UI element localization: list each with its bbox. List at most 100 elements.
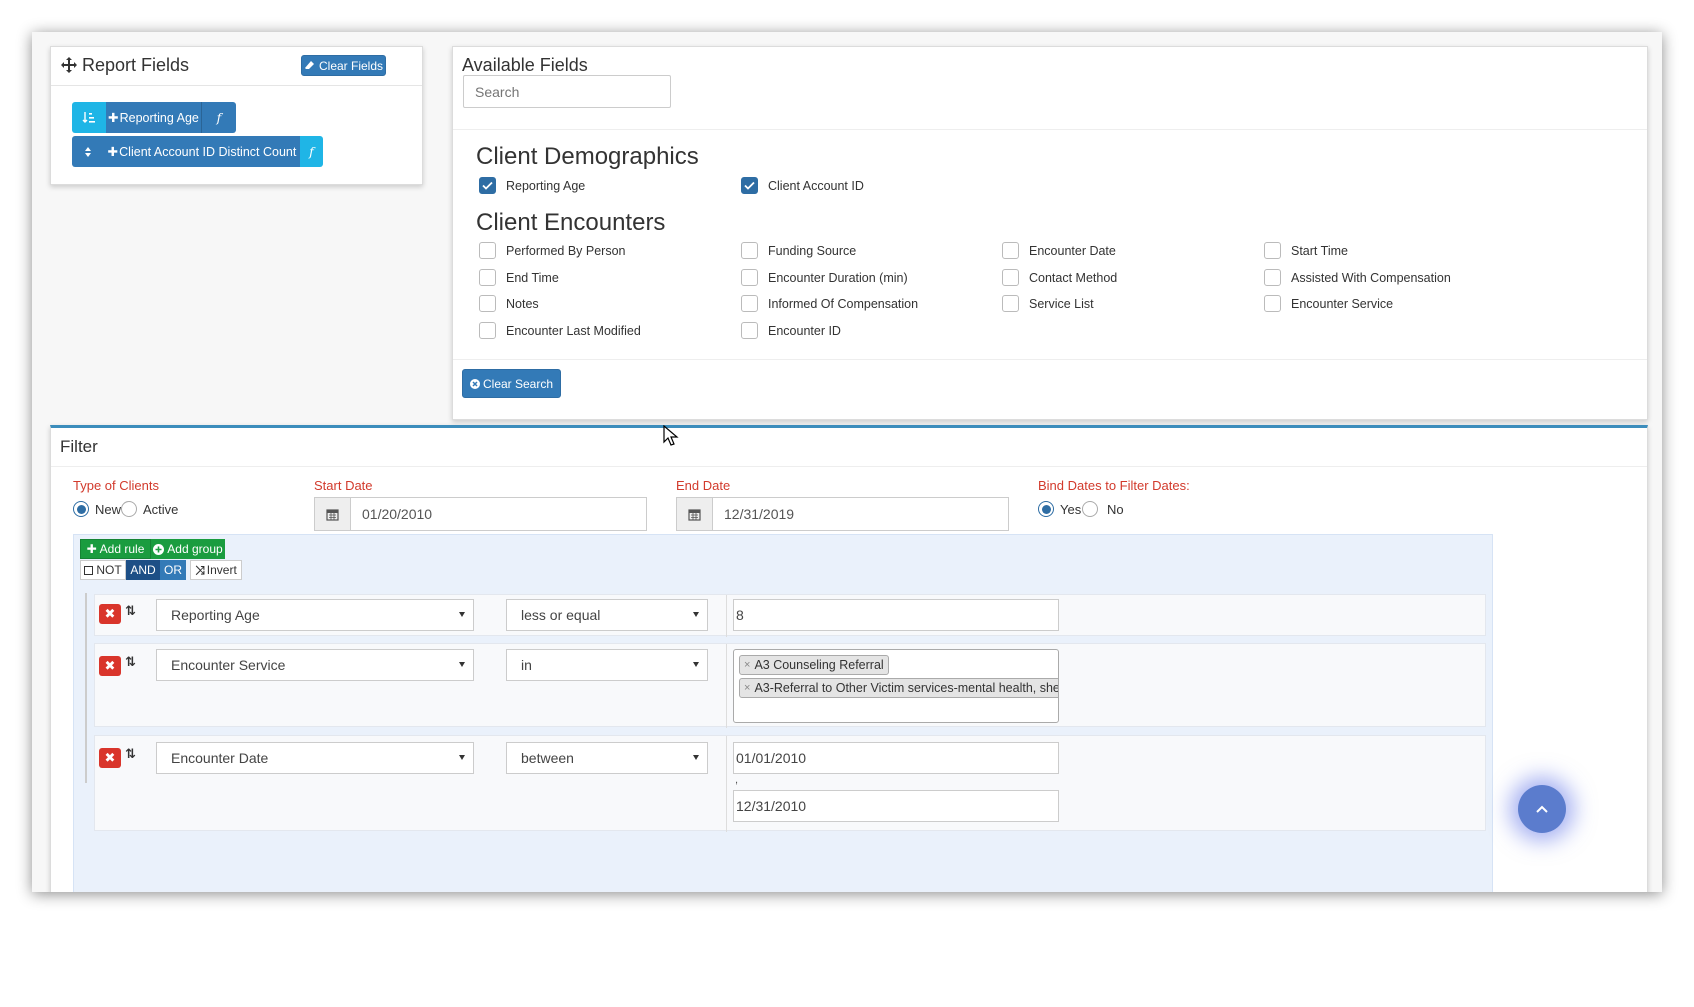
- invert-label: Invert: [206, 563, 237, 577]
- rule-operator-select[interactable]: between: [506, 742, 708, 774]
- report-field-chip[interactable]: ✚ Client Account ID Distinct Count f: [72, 136, 323, 167]
- checkbox[interactable]: [479, 322, 496, 339]
- checkbox[interactable]: [741, 322, 758, 339]
- divider: [726, 595, 727, 637]
- divider: [51, 85, 422, 86]
- checkbox[interactable]: [479, 269, 496, 286]
- selected-tag[interactable]: × A3 Counseling Referral: [739, 655, 889, 675]
- checkbox[interactable]: [741, 295, 758, 312]
- field-checkbox-encounter-duration[interactable]: Encounter Duration (min): [741, 269, 908, 286]
- radio-button[interactable]: [121, 501, 137, 517]
- field-checkbox-contact-method[interactable]: Contact Method: [1002, 269, 1117, 286]
- field-checkbox-start-time[interactable]: Start Time: [1264, 242, 1348, 259]
- delete-rule-icon[interactable]: ✖: [99, 604, 121, 624]
- report-field-label[interactable]: ✚ Client Account ID Distinct Count: [104, 136, 300, 167]
- search-input[interactable]: [463, 75, 671, 108]
- rule-operator-select[interactable]: in: [506, 649, 708, 681]
- field-checkbox-service-list[interactable]: Service List: [1002, 295, 1094, 312]
- field-checkbox-reporting-age[interactable]: Reporting Age: [479, 177, 585, 194]
- rule-field-select[interactable]: Encounter Service: [156, 649, 474, 681]
- invert-button[interactable]: ⤨ Invert: [190, 560, 242, 580]
- checkbox[interactable]: [1002, 269, 1019, 286]
- checkbox[interactable]: [1264, 242, 1281, 259]
- report-field-chip[interactable]: ✚ Reporting Age f: [72, 102, 236, 133]
- clear-search-label: Clear Search: [482, 376, 554, 391]
- scroll-to-top-button[interactable]: [1518, 785, 1566, 833]
- function-button[interactable]: f: [201, 102, 236, 133]
- add-rule-label: Add rule: [99, 542, 145, 556]
- not-toggle[interactable]: NOT: [80, 560, 126, 580]
- radio-yes[interactable]: Yes: [1038, 501, 1081, 517]
- rule-field-select[interactable]: Encounter Date: [156, 742, 474, 774]
- radio-button[interactable]: [1082, 501, 1098, 517]
- checkbox-label: Reporting Age: [506, 178, 586, 193]
- rule-field-select[interactable]: Reporting Age: [156, 599, 474, 631]
- radio-button[interactable]: [73, 501, 89, 517]
- function-button[interactable]: f: [300, 136, 323, 167]
- delete-rule-icon[interactable]: ✖: [99, 656, 121, 676]
- selected-tag[interactable]: × A3-Referral to Other Victim services-me…: [739, 678, 1058, 698]
- end-date-input[interactable]: 12/31/2019: [676, 497, 1009, 531]
- clear-fields-button[interactable]: Clear Fields: [301, 55, 386, 76]
- field-checkbox-performed-by-person[interactable]: Performed By Person: [479, 242, 626, 259]
- checkbox[interactable]: [741, 177, 758, 194]
- remove-tag-icon[interactable]: ×: [744, 682, 750, 694]
- clear-search-button[interactable]: Clear Search: [462, 369, 561, 398]
- rule-multiselect[interactable]: × A3 Counseling Referral × A3-Referral to …: [733, 649, 1059, 723]
- rule-value-to-input[interactable]: 12/31/2010: [733, 790, 1059, 822]
- rule-value-from-input[interactable]: 01/01/2010: [733, 742, 1059, 774]
- add-rule-button[interactable]: ✚ Add rule: [80, 539, 151, 559]
- checkbox[interactable]: [741, 242, 758, 259]
- end-date-value[interactable]: 12/31/2019: [713, 498, 794, 530]
- drag-sort-icon[interactable]: ⇅: [125, 746, 136, 762]
- radio-active[interactable]: Active: [121, 501, 178, 517]
- checkbox-label: Contact Method: [1029, 270, 1118, 285]
- field-checkbox-encounter-id[interactable]: Encounter ID: [741, 322, 841, 339]
- radio-no[interactable]: No: [1082, 501, 1124, 517]
- remove-tag-icon[interactable]: ×: [744, 659, 750, 671]
- filter-rule: ✖ ⇅ Encounter Service in × A3 Counseling …: [94, 643, 1486, 728]
- checkbox[interactable]: [479, 242, 496, 259]
- sort-toggle-icon[interactable]: [72, 136, 104, 167]
- checkbox-label: Service List: [1029, 296, 1094, 311]
- or-condition-button[interactable]: OR: [160, 560, 186, 580]
- checkbox[interactable]: [1264, 295, 1281, 312]
- field-checkbox-funding-source[interactable]: Funding Source: [741, 242, 856, 259]
- calendar-icon[interactable]: [315, 498, 351, 530]
- checkbox[interactable]: [1002, 295, 1019, 312]
- rule-operator-select[interactable]: less or equal: [506, 599, 708, 631]
- radio-label: Yes: [1060, 501, 1082, 517]
- start-date-value[interactable]: 01/20/2010: [351, 498, 432, 530]
- tree-line: [85, 593, 87, 783]
- filter-title: Filter: [60, 437, 98, 456]
- field-checkbox-encounter-date[interactable]: Encounter Date: [1002, 242, 1116, 259]
- field-checkbox-encounter-service[interactable]: Encounter Service: [1264, 295, 1393, 312]
- radio-button[interactable]: [1038, 501, 1054, 517]
- start-date-input[interactable]: 01/20/2010: [314, 497, 647, 531]
- field-checkbox-notes[interactable]: Notes: [479, 295, 539, 312]
- checkbox[interactable]: [479, 295, 496, 312]
- rule-value-input[interactable]: 8: [733, 599, 1059, 631]
- and-condition-button[interactable]: AND: [126, 560, 160, 580]
- query-builder-group: ✚ Add rule Add group NOT AND OR ⤨ Invert ✖…: [73, 534, 1493, 892]
- checkbox[interactable]: [1002, 242, 1019, 259]
- field-checkbox-encounter-last-modified[interactable]: Encounter Last Modified: [479, 322, 641, 339]
- checkbox[interactable]: [479, 177, 496, 194]
- radio-new[interactable]: New: [73, 501, 121, 517]
- field-checkbox-assisted-with-compensation[interactable]: Assisted With Compensation: [1264, 269, 1451, 286]
- divider: [51, 466, 1647, 467]
- drag-sort-icon[interactable]: ⇅: [125, 603, 136, 619]
- checkbox[interactable]: [1264, 269, 1281, 286]
- function-icon: f: [216, 110, 222, 125]
- field-checkbox-end-time[interactable]: End Time: [479, 269, 559, 286]
- report-field-label[interactable]: ✚ Reporting Age: [106, 102, 201, 133]
- sort-asc-icon[interactable]: [72, 102, 106, 133]
- field-checkbox-client-account-id[interactable]: Client Account ID: [741, 177, 864, 194]
- delete-rule-icon[interactable]: ✖: [99, 748, 121, 768]
- radio-label: Active: [143, 501, 179, 517]
- drag-sort-icon[interactable]: ⇅: [125, 654, 136, 670]
- add-group-button[interactable]: Add group: [151, 539, 225, 559]
- calendar-icon[interactable]: [677, 498, 713, 530]
- field-checkbox-informed-of-compensation[interactable]: Informed Of Compensation: [741, 295, 918, 312]
- checkbox[interactable]: [741, 269, 758, 286]
